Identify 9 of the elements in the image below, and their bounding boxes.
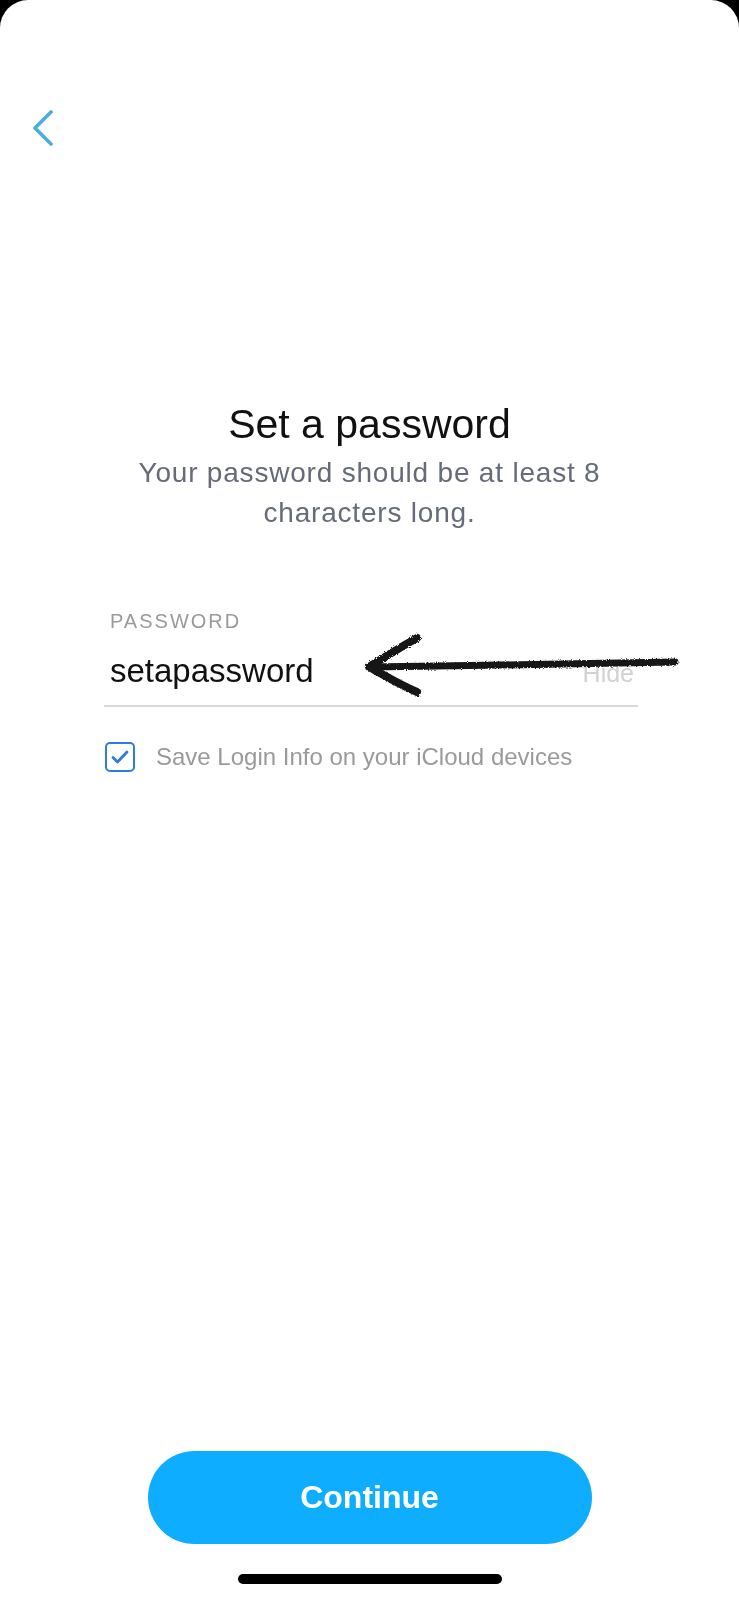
- page-subtitle: Your password should be at least 8 characters long.: [137, 456, 602, 530]
- field-label: PASSWORD: [109, 609, 243, 633]
- save-login-label[interactable]: Save Login Info on your iCloud devices: [156, 742, 573, 772]
- checkmark-icon: [111, 750, 129, 764]
- chevron-left-icon: [32, 110, 54, 146]
- save-login-checkbox[interactable]: [105, 742, 135, 772]
- continue-button[interactable]: Continue: [147, 1451, 592, 1544]
- back-button[interactable]: [32, 110, 54, 146]
- page-title: Set a password: [227, 400, 512, 448]
